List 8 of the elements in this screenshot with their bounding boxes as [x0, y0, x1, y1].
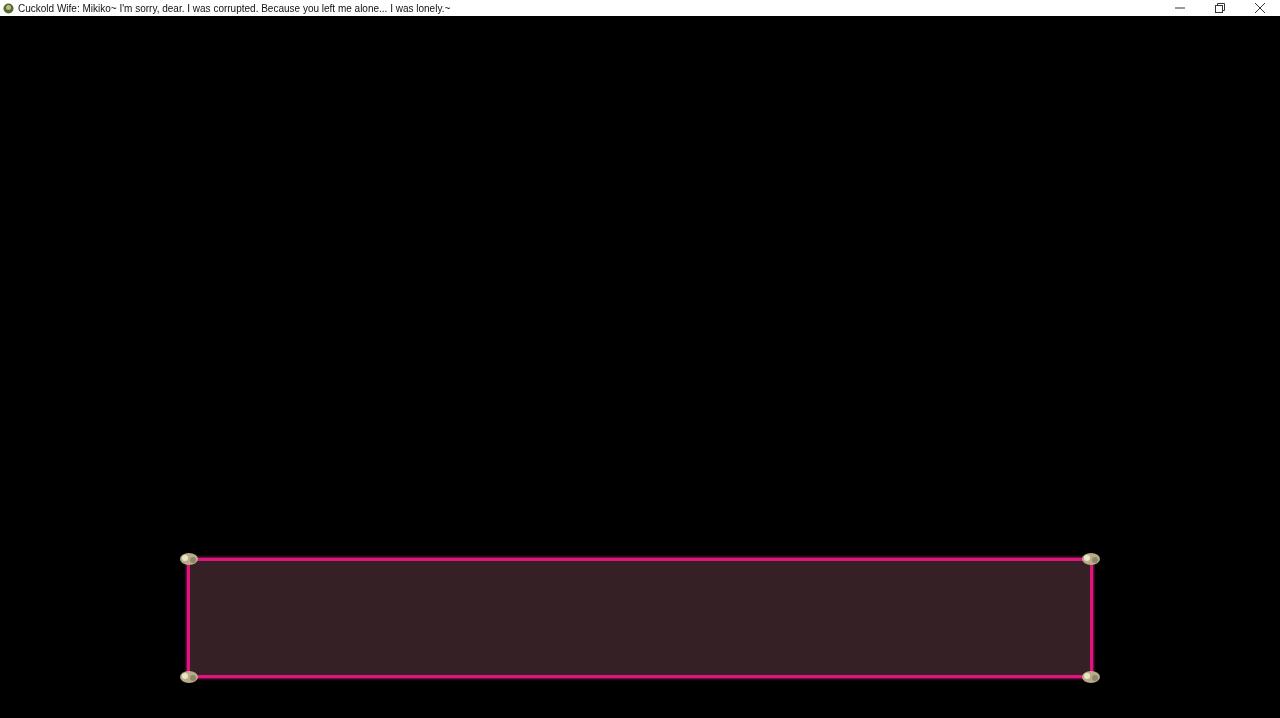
corner-ornament-icon [1081, 670, 1101, 684]
app-icon [3, 2, 14, 14]
corner-ornament-icon [179, 670, 199, 684]
corner-ornament-icon [179, 552, 199, 566]
corner-ornament-icon [1081, 552, 1101, 566]
window-title: Cuckold Wife: Mikiko~ I'm sorry, dear. I was corrupted. Because you left me alone... I was lonely.~ [18, 2, 452, 14]
restore-icon [1215, 3, 1225, 13]
close-icon [1255, 3, 1265, 13]
